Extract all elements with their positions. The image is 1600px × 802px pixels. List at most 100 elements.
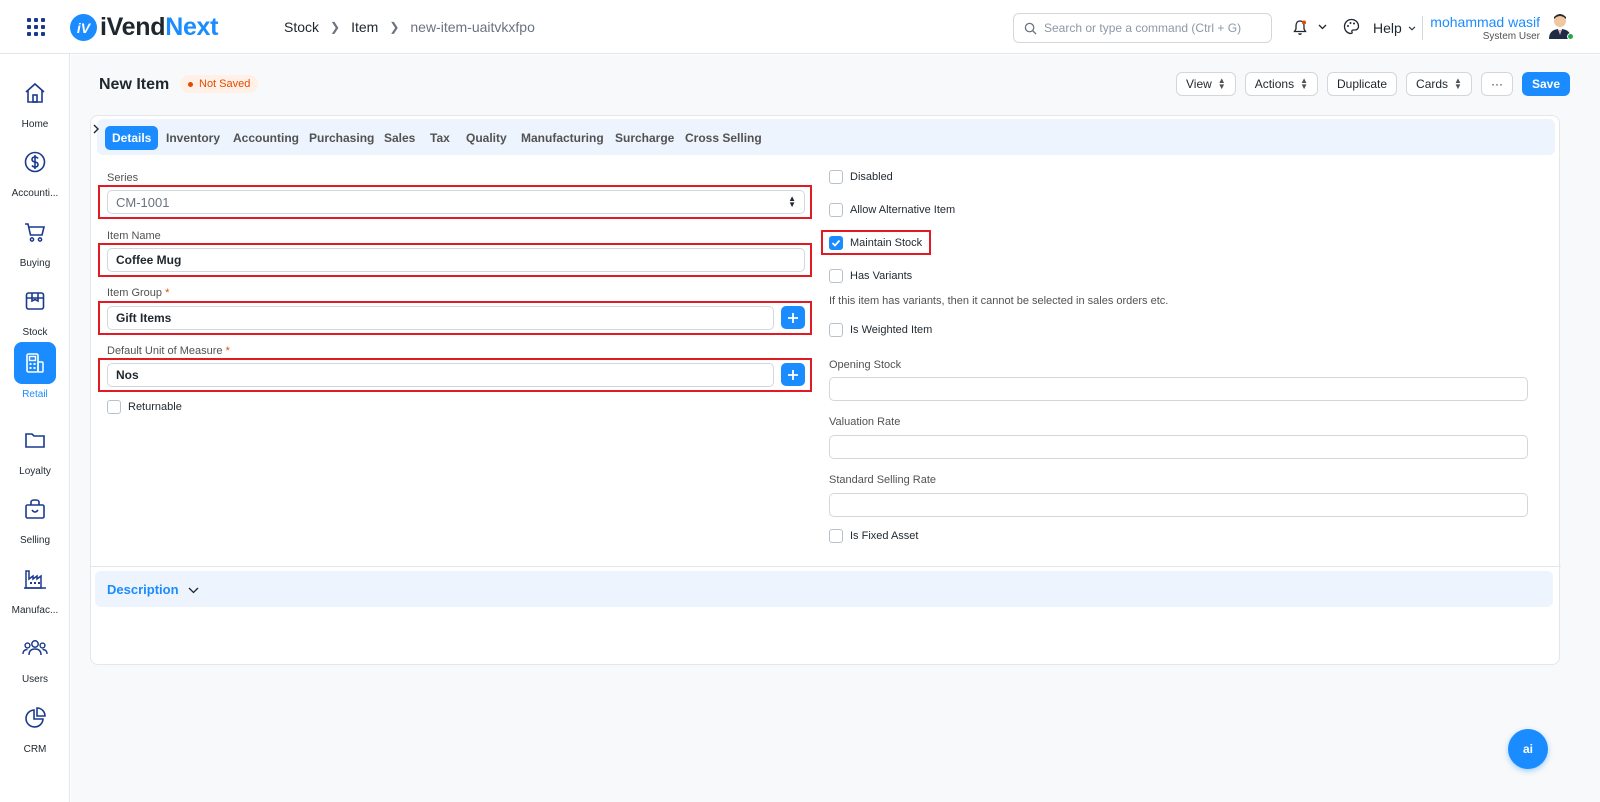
sidebar-item-home[interactable]: Home <box>0 72 70 138</box>
series-label: Series <box>107 172 139 184</box>
standard-selling-rate-label: Standard Selling Rate <box>829 474 937 486</box>
uom-label: Default Unit of Measure * <box>107 345 230 357</box>
tab-tax[interactable]: Tax <box>430 126 450 150</box>
sidebar-item-crm[interactable]: CRM <box>0 697 70 763</box>
is-fixed-asset-checkbox[interactable]: Is Fixed Asset <box>829 529 918 543</box>
checkbox-box <box>107 400 121 414</box>
tab-sales[interactable]: Sales <box>384 126 415 150</box>
tab-details[interactable]: Details <box>105 126 159 150</box>
top-navbar: iV iVendNext Stock ❯ Item ❯ new-item-uai… <box>0 0 1600 54</box>
tab-quality[interactable]: Quality <box>466 126 507 150</box>
allow-alternative-item-label: Allow Alternative Item <box>850 204 956 216</box>
chevron-down-icon[interactable] <box>1318 24 1327 30</box>
opening-stock-input[interactable] <box>829 377 1528 401</box>
sidebar-item-label: Accounti... <box>11 188 59 199</box>
search-input[interactable]: Search or type a command (Ctrl + G) <box>1013 13 1272 43</box>
item-group-input[interactable]: Gift Items <box>107 306 774 330</box>
sidebar-item-buying[interactable]: Buying <box>0 211 70 277</box>
tab-cross-selling[interactable]: Cross Selling <box>685 126 762 150</box>
is-weighted-item-label: Is Weighted Item <box>850 324 933 336</box>
sidebar-item-label: Home <box>21 119 49 130</box>
tab-purchasing[interactable]: Purchasing <box>309 126 374 150</box>
sidebar-item-label: Users <box>21 674 49 685</box>
tab-accounting[interactable]: Accounting <box>233 126 299 150</box>
app-logo[interactable]: iV iVendNext <box>70 13 218 42</box>
disabled-label: Disabled <box>850 171 893 183</box>
sidebar-item-label: Manufac... <box>11 605 59 616</box>
disabled-checkbox[interactable]: Disabled <box>829 170 893 184</box>
cart-icon <box>14 211 56 253</box>
add-uom-button[interactable] <box>781 363 805 386</box>
sidebar-item-label: Buying <box>19 258 51 269</box>
is-weighted-item-checkbox[interactable]: Is Weighted Item <box>829 323 932 337</box>
add-item-group-button[interactable] <box>781 306 805 329</box>
description-section-toggle[interactable]: Description <box>95 571 1553 607</box>
box-icon <box>14 280 56 322</box>
sidebar-item-label: Loyalty <box>19 466 51 477</box>
notification-bell-icon[interactable] <box>1292 19 1308 36</box>
returnable-checkbox[interactable]: Returnable <box>107 400 182 414</box>
app-grid-icon[interactable] <box>26 17 46 37</box>
online-status-indicator <box>1567 33 1574 40</box>
user-info[interactable]: mohammad wasif System User <box>1430 14 1540 42</box>
home-icon <box>14 72 56 114</box>
view-button[interactable]: View ▲ ▼ <box>1176 72 1236 96</box>
checkbox-box <box>829 203 843 217</box>
cards-button[interactable]: Cards ▲ ▼ <box>1406 72 1472 96</box>
sort-arrows-icon: ▲ ▼ <box>1217 76 1226 91</box>
sidebar-item-users[interactable]: Users <box>0 627 70 693</box>
actions-button[interactable]: Actions ▲ ▼ <box>1244 72 1318 96</box>
checkbox-box <box>829 529 843 543</box>
item-name-input[interactable]: Coffee Mug <box>107 248 805 272</box>
section-divider <box>91 566 1561 567</box>
maintain-stock-label: Maintain Stock <box>850 237 923 249</box>
maintain-stock-checkbox[interactable]: Maintain Stock <box>829 236 922 250</box>
cards-label: Cards <box>1416 77 1449 91</box>
avatar[interactable] <box>1547 12 1574 40</box>
has-variants-checkbox[interactable]: Has Variants <box>829 269 912 283</box>
sidebar-item-label: Selling <box>19 535 51 546</box>
item-name-label: Item Name <box>107 230 161 242</box>
user-name: mohammad wasif <box>1430 14 1540 30</box>
uom-input[interactable]: Nos <box>107 363 774 387</box>
sidebar-item-manufacturing[interactable]: Manufac... <box>0 558 70 624</box>
save-button[interactable]: Save <box>1521 72 1570 96</box>
sidebar-item-loyalty[interactable]: Loyalty <box>0 419 70 485</box>
breadcrumb-stock[interactable]: Stock <box>284 19 319 35</box>
ai-assistant-button[interactable]: ai <box>1508 729 1548 769</box>
duplicate-button[interactable]: Duplicate <box>1327 72 1398 96</box>
item-form: Details Inventory Accounting Purchasing … <box>90 115 1561 665</box>
tab-surcharge[interactable]: Surcharge <box>615 126 674 150</box>
help-menu[interactable]: Help <box>1373 20 1416 36</box>
navbar-divider <box>1422 16 1423 40</box>
series-value: CM-1001 <box>116 194 170 210</box>
checkmark-icon <box>829 236 843 250</box>
chevron-right-icon[interactable] <box>91 119 101 139</box>
tab-inventory[interactable]: Inventory <box>166 126 220 150</box>
palette-icon[interactable] <box>1343 18 1360 35</box>
tab-manufacturing[interactable]: Manufacturing <box>521 126 604 150</box>
more-options-button[interactable]: ··· <box>1480 72 1513 96</box>
sidebar-item-accounting[interactable]: Accounti... <box>0 141 70 207</box>
chevron-down-icon <box>188 587 199 594</box>
checkbox-box <box>829 269 843 283</box>
valuation-rate-input[interactable] <box>829 435 1528 459</box>
status-dot <box>188 81 193 87</box>
page-actions: View ▲ ▼ Actions ▲ ▼ Duplicate Cards ▲ ▼ ··… <box>1176 72 1570 96</box>
series-select[interactable]: CM-1001 ▲ ▼ <box>107 190 805 214</box>
breadcrumb-current: new-item-uaitvkxfpo <box>410 19 535 35</box>
sidebar-item-stock[interactable]: Stock <box>0 280 70 346</box>
breadcrumb-item[interactable]: Item <box>351 19 378 35</box>
sidebar-item-label: Retail <box>22 389 48 400</box>
sidebar-item-selling[interactable]: Selling <box>0 488 70 554</box>
view-label: View <box>1186 77 1212 91</box>
sidebar-item-label: Stock <box>22 327 48 338</box>
standard-selling-rate-input[interactable] <box>829 493 1528 517</box>
status-text: Not Saved <box>199 78 251 90</box>
users-icon <box>14 627 56 669</box>
allow-alternative-item-checkbox[interactable]: Allow Alternative Item <box>829 203 955 217</box>
status-badge: Not Saved <box>180 75 259 93</box>
logo-text: iVendNext <box>100 13 219 41</box>
sidebar-item-retail[interactable]: Retail <box>0 342 70 408</box>
has-variants-label: Has Variants <box>850 270 913 282</box>
